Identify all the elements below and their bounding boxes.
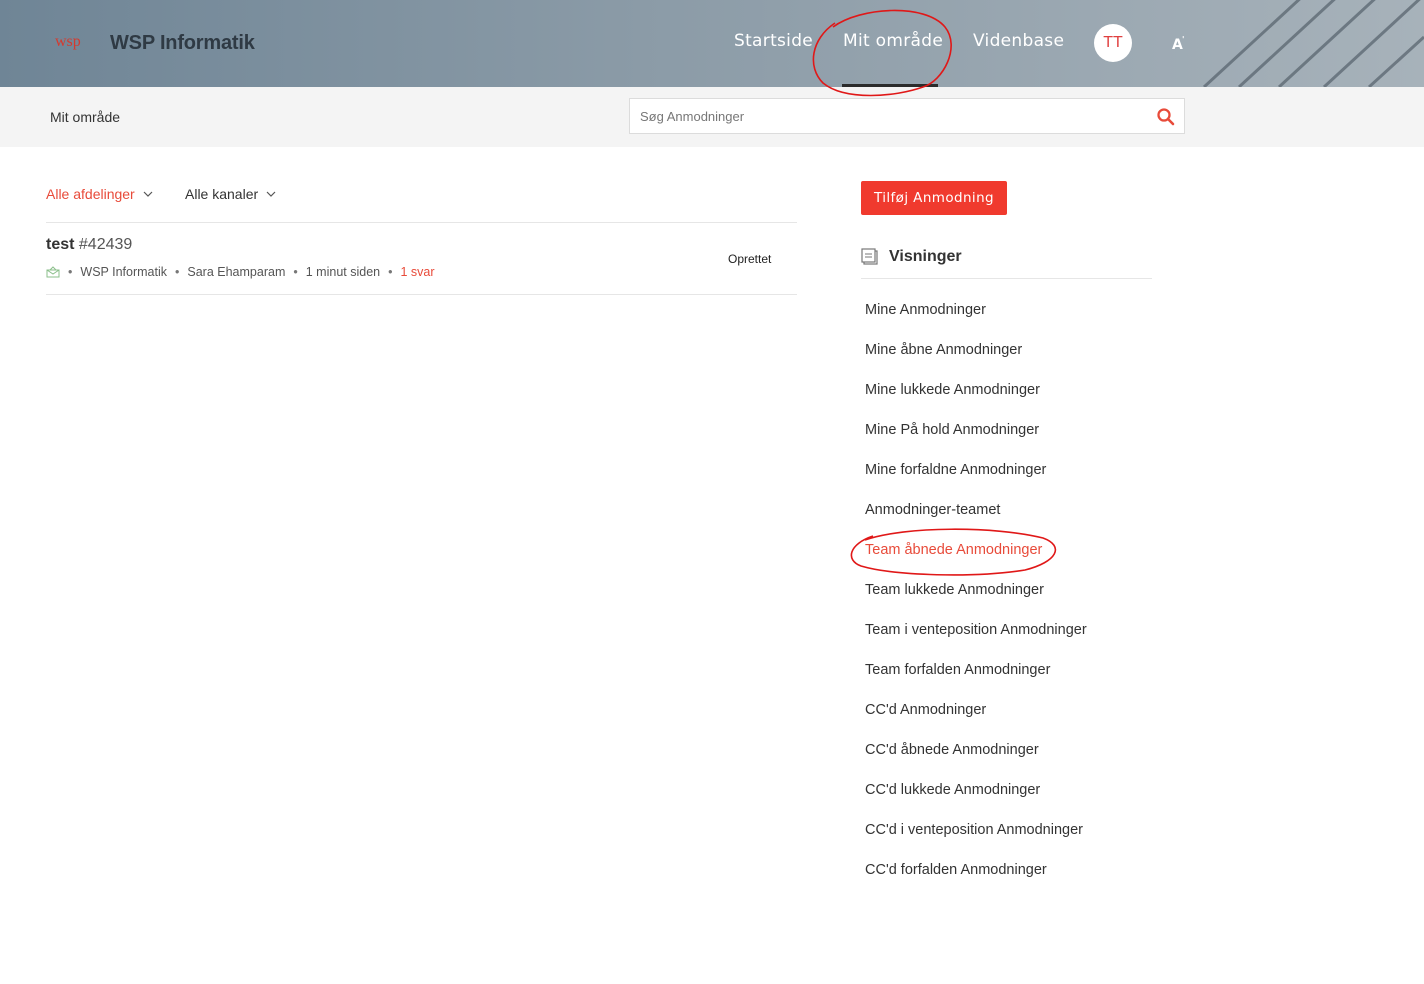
email-icon xyxy=(46,266,60,278)
wsp-logo[interactable]: wsp xyxy=(55,32,91,52)
nav-mit-omraade[interactable]: Mit område xyxy=(843,31,943,51)
font-size-icon[interactable]: A ' xyxy=(1170,34,1190,54)
ticket-time: 1 minut siden xyxy=(305,265,381,279)
nav-startside[interactable]: Startside xyxy=(734,31,813,51)
status-badge: Oprettet xyxy=(728,252,772,266)
svg-text:wsp: wsp xyxy=(55,33,81,50)
view-item[interactable]: Team lukkede Anmodninger xyxy=(865,580,1087,620)
user-avatar[interactable]: TT xyxy=(1094,24,1132,62)
department-filter-label: Alle afdelinger xyxy=(46,186,135,202)
ticket-subject: test xyxy=(46,236,75,253)
view-item[interactable]: Mine lukkede Anmodninger xyxy=(865,380,1087,420)
view-item[interactable]: CC'd Anmodninger xyxy=(865,700,1087,740)
chevron-down-icon xyxy=(143,191,153,197)
divider xyxy=(46,222,797,223)
search-icon[interactable] xyxy=(1156,107,1176,127)
view-item[interactable]: CC'd åbnede Anmodninger xyxy=(865,740,1087,780)
search-box xyxy=(629,98,1185,134)
views-title: Visninger xyxy=(889,248,962,265)
svg-text:': ' xyxy=(1182,35,1184,44)
view-item[interactable]: Team forfalden Anmodninger xyxy=(865,660,1087,700)
views-list: Mine Anmodninger Mine åbne Anmodninger M… xyxy=(865,300,1087,900)
document-icon xyxy=(861,248,878,265)
view-item[interactable]: CC'd lukkede Anmodninger xyxy=(865,780,1087,820)
view-item[interactable]: Anmodninger-teamet xyxy=(865,500,1087,540)
view-item[interactable]: Team i venteposition Anmodninger xyxy=(865,620,1087,660)
ticket-number: #42439 xyxy=(78,236,133,253)
view-item[interactable]: Mine Anmodninger xyxy=(865,300,1087,340)
view-item[interactable]: Mine åbne Anmodninger xyxy=(865,340,1087,380)
ticket-department: WSP Informatik xyxy=(80,265,167,279)
breadcrumb: Mit område xyxy=(50,109,121,125)
ticket-title[interactable]: test #42439 xyxy=(46,236,132,254)
ticket-meta: • WSP Informatik • Sara Ehamparam • 1 mi… xyxy=(46,265,435,279)
ticket-replies[interactable]: 1 svar xyxy=(401,265,435,279)
view-item[interactable]: CC'd forfalden Anmodninger xyxy=(865,860,1087,900)
view-item[interactable]: Mine forfaldne Anmodninger xyxy=(865,460,1087,500)
view-item[interactable]: Mine På hold Anmodninger xyxy=(865,420,1087,460)
channel-filter-label: Alle kanaler xyxy=(185,186,259,202)
divider xyxy=(861,278,1152,279)
nav-videnbase[interactable]: Videnbase xyxy=(973,31,1064,51)
divider xyxy=(46,294,797,295)
sub-header: Mit område xyxy=(0,87,1424,147)
top-navigation-bar: wsp WSP Informatik Startside Mit område … xyxy=(0,0,1424,87)
view-item-active[interactable]: Team åbnede Anmodninger xyxy=(865,540,1087,580)
views-header: Visninger xyxy=(861,247,962,267)
ticket-requester: Sara Ehamparam xyxy=(187,265,286,279)
decorative-stripes xyxy=(1202,0,1424,87)
view-item[interactable]: CC'd i venteposition Anmodninger xyxy=(865,820,1087,860)
department-filter[interactable]: Alle afdelinger xyxy=(46,186,153,202)
chevron-down-icon xyxy=(266,191,276,197)
add-request-button[interactable]: Tilføj Anmodning xyxy=(861,181,1007,215)
channel-filter[interactable]: Alle kanaler xyxy=(185,186,276,202)
search-input[interactable] xyxy=(630,99,1160,133)
brand-name[interactable]: WSP Informatik xyxy=(110,32,255,55)
